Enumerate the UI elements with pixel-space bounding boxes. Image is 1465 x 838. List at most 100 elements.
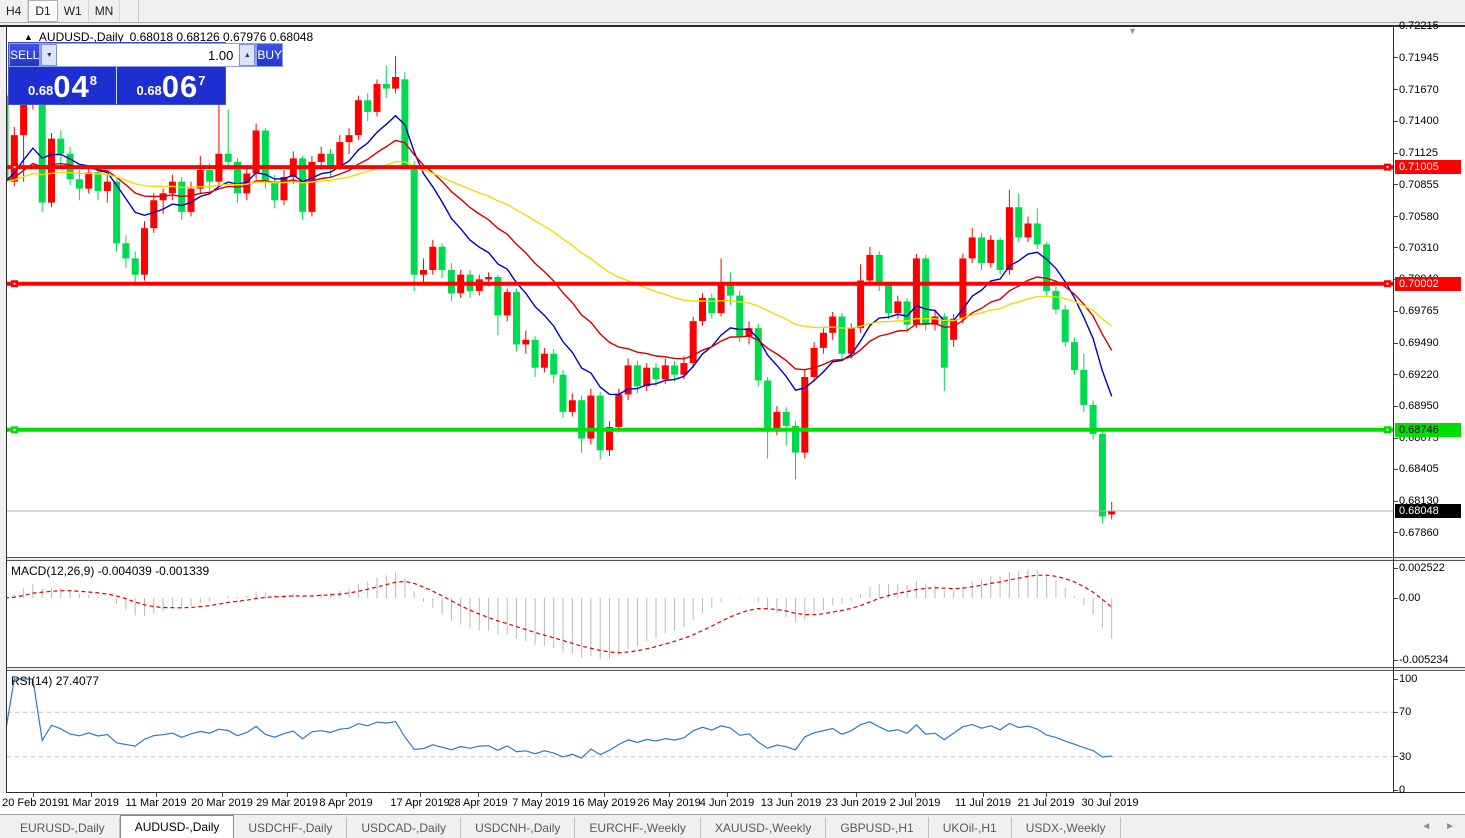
buy-price-pip: 7 — [198, 73, 205, 88]
axis-tick — [1394, 121, 1398, 122]
date-label: 23 Jun 2019 — [826, 797, 887, 809]
rsi-value: 27.4077 — [56, 674, 99, 688]
timeframe-button-mn[interactable]: MN — [89, 0, 121, 22]
buy-price-prefix: 0.68 — [136, 83, 161, 98]
chart-tab-usdcad-daily[interactable]: USDCAD-,Daily — [347, 817, 461, 838]
price-marker-label: 0.68048 — [1395, 504, 1461, 518]
date-label: 1 Mar 2019 — [63, 797, 119, 809]
tab-scroll-controls: ◄► — [1421, 821, 1455, 832]
timeframe-toolbar: H4D1W1MN — [0, 0, 1465, 23]
axis-tick — [1394, 311, 1398, 312]
axis-tick — [1394, 343, 1398, 344]
macd-values: -0.004039 -0.001339 — [98, 564, 209, 578]
sell-price-display[interactable]: 0.68 04 8 — [9, 67, 117, 104]
volume-decrease-icon[interactable]: ▼ — [41, 44, 57, 66]
price-tick-label: 0.72215 — [1399, 20, 1439, 33]
rsi-tick-label: 70 — [1399, 706, 1411, 719]
volume-increase-icon[interactable]: ▲ — [239, 44, 255, 66]
date-label: 13 Jun 2019 — [761, 797, 822, 809]
macd-pane[interactable] — [7, 561, 1393, 667]
rsi-line — [7, 679, 1112, 758]
tab-scroll-left-icon[interactable]: ◄ — [1421, 821, 1431, 832]
chart-tab-usdchf-daily[interactable]: USDCHF-,Daily — [234, 817, 347, 838]
chart-tab-xauusd-weekly[interactable]: XAUUSD-,Weekly — [701, 817, 826, 838]
sell-price-big-digits: 04 — [53, 72, 89, 102]
buy-button[interactable]: BUY — [256, 43, 283, 67]
date-label: 16 May 2019 — [572, 797, 636, 809]
date-label: 21 Jul 2019 — [1018, 797, 1075, 809]
macd-label: MACD(12,26,9) -0.004039 -0.001339 — [11, 564, 209, 578]
date-label: 2 Jul 2019 — [890, 797, 941, 809]
sell-price-prefix: 0.68 — [28, 83, 53, 98]
price-tick-label: 0.71400 — [1399, 115, 1439, 128]
symbol-marker-icon: ▲ — [24, 32, 33, 42]
axis-tick — [1394, 57, 1398, 58]
axis-tick — [1394, 216, 1398, 217]
price-tick-label: 0.70310 — [1399, 242, 1439, 255]
price-tick-label: 0.69220 — [1399, 369, 1439, 382]
price-tick-label: 0.69765 — [1399, 305, 1439, 318]
price-tick-label: 0.68950 — [1399, 400, 1439, 413]
buy-price-big-digits: 06 — [162, 72, 198, 102]
chart-tab-gbpusd-h1[interactable]: GBPUSD-,H1 — [826, 817, 928, 838]
axis-tick — [1394, 438, 1398, 439]
date-label: 17 Apr 2019 — [390, 797, 449, 809]
axis-tick — [1394, 184, 1398, 185]
slow-ma-yellow-line — [7, 162, 1112, 329]
axis-tick — [1394, 598, 1398, 599]
price-tick-label: 0.67860 — [1399, 527, 1439, 540]
trading-terminal: H4D1W1MN ▲ AUDUSD-,Daily 0.68018 0.68126… — [0, 0, 1465, 838]
tab-scroll-right-icon[interactable]: ► — [1445, 821, 1455, 832]
axis-tick — [1394, 532, 1398, 533]
one-click-trade-panel: SELL ▼ ▲ BUY 0.68 04 8 0.68 06 7 — [8, 42, 226, 105]
chart-tab-eurusd-daily[interactable]: EURUSD-,Daily — [6, 817, 120, 838]
buy-price-display[interactable]: 0.68 06 7 — [117, 67, 225, 104]
date-label: 11 Jul 2019 — [955, 797, 1011, 809]
axis-tick — [1394, 153, 1398, 154]
axis-tick — [1394, 89, 1398, 90]
chart-tab-eurchf-weekly[interactable]: EURCHF-,Weekly — [575, 817, 700, 838]
toolbar-separator — [138, 0, 139, 22]
macd-tick-label: 0.002522 — [1399, 562, 1445, 575]
axis-tick — [1394, 568, 1398, 569]
price-marker-label: 0.70002 — [1395, 277, 1461, 291]
price-chart-pane[interactable] — [7, 27, 1393, 557]
chart-tab-usdx-weekly[interactable]: USDX-,Weekly — [1012, 817, 1121, 838]
macd-signal-line — [7, 575, 1112, 653]
date-label: 20 Feb 2019 — [2, 797, 64, 809]
date-label: 7 May 2019 — [512, 797, 569, 809]
axis-tick — [1394, 679, 1398, 680]
macd-tick-label: 0.00 — [1399, 592, 1420, 605]
timeframe-button-d1[interactable]: D1 — [28, 0, 57, 22]
date-label: 28 Apr 2019 — [448, 797, 507, 809]
timeframe-button-h4[interactable]: H4 — [0, 0, 28, 22]
sell-button[interactable]: SELL — [9, 43, 40, 67]
chart-tab-ukoil-h1[interactable]: UKOil-,H1 — [929, 817, 1012, 838]
time-axis[interactable]: 20 Feb 20191 Mar 201911 Mar 201920 Mar 2… — [0, 793, 1465, 814]
price-marker-label: 0.71005 — [1395, 160, 1461, 174]
axis-tick — [1394, 712, 1398, 713]
axis-tick — [1394, 756, 1398, 757]
date-label: 29 Mar 2019 — [256, 797, 318, 809]
chart-shift-icon[interactable]: ▼ — [1128, 26, 1137, 36]
rsi-tick-label: 100 — [1399, 673, 1417, 686]
axis-tick — [1394, 660, 1398, 661]
price-tick-label: 0.70855 — [1399, 179, 1439, 192]
timeframe-button-w1[interactable]: W1 — [58, 0, 89, 22]
chart-tab-audusd-daily[interactable]: AUDUSD-,Daily — [120, 815, 235, 838]
date-label: 26 May 2019 — [637, 797, 701, 809]
date-label: 11 Mar 2019 — [126, 797, 187, 809]
axis-tick — [1394, 406, 1398, 407]
volume-input[interactable] — [57, 44, 239, 66]
date-label: 4 Jun 2019 — [700, 797, 754, 809]
axis-tick — [1394, 790, 1398, 791]
price-tick-label: 0.71670 — [1399, 84, 1439, 97]
axis-tick — [1394, 374, 1398, 375]
price-tick-label: 0.70580 — [1399, 211, 1439, 224]
price-tick-label: 0.71945 — [1399, 52, 1439, 65]
date-label: 30 Jul 2019 — [1082, 797, 1139, 809]
price-tick-label: 0.68405 — [1399, 463, 1439, 476]
chart-tab-usdcnh-daily[interactable]: USDCNH-,Daily — [461, 817, 575, 838]
chart-tabbar: EURUSD-,DailyAUDUSD-,DailyUSDCHF-,DailyU… — [0, 814, 1465, 838]
rsi-pane[interactable] — [7, 671, 1393, 792]
